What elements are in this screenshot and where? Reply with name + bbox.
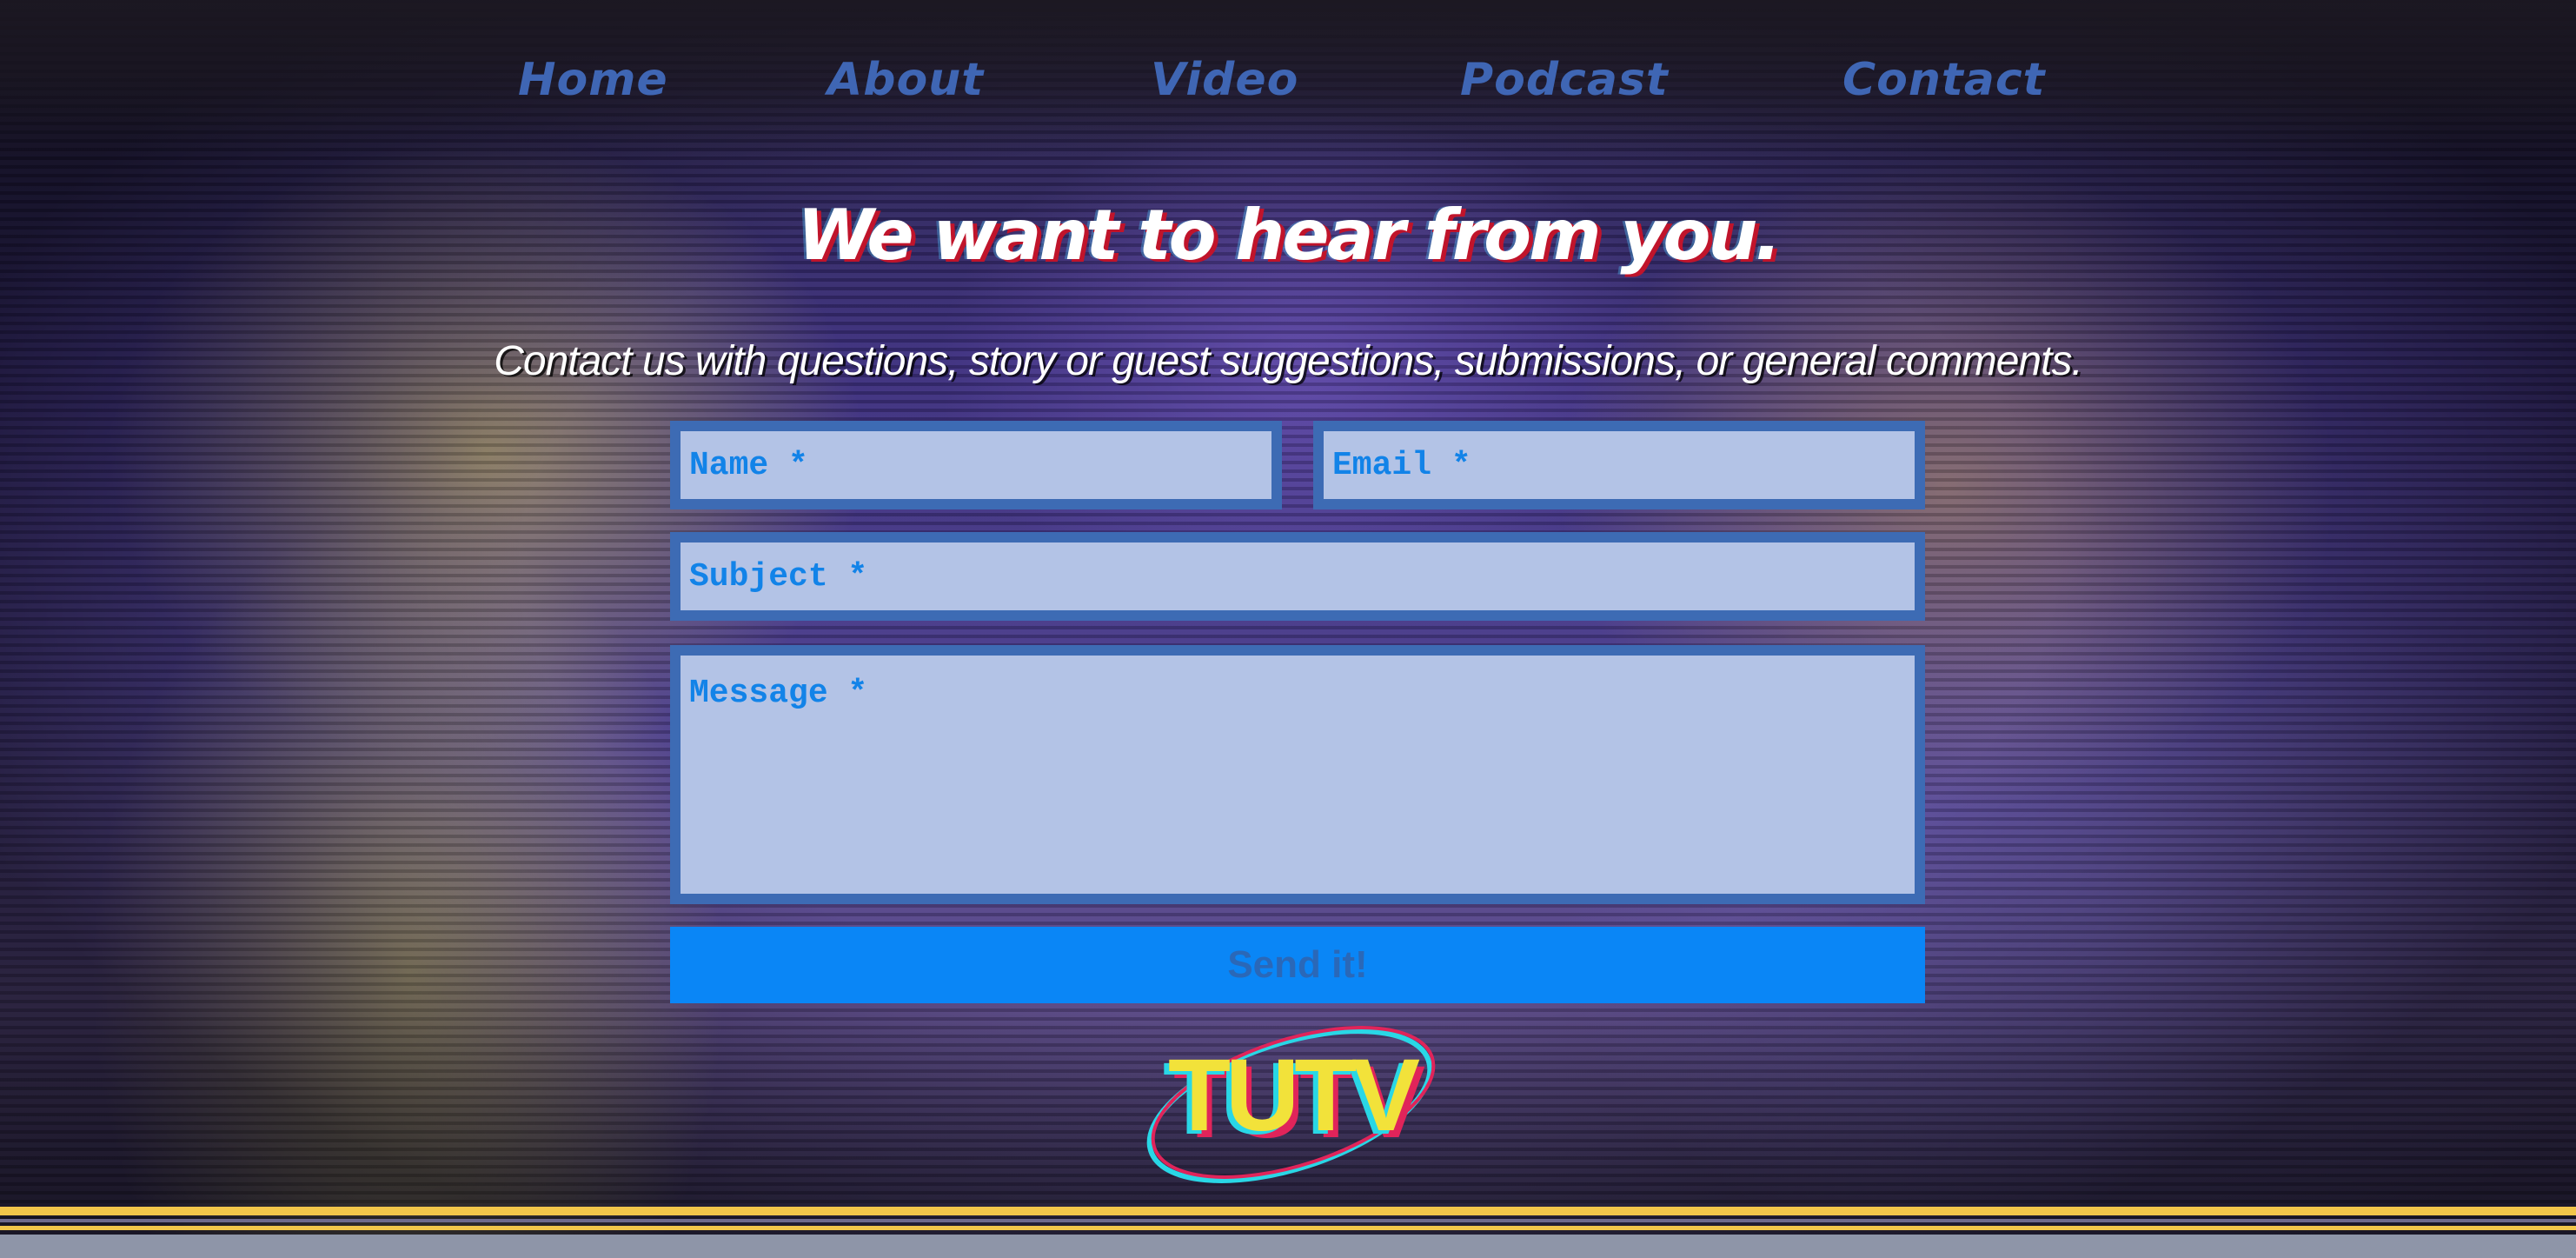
name-field[interactable] <box>670 421 1282 509</box>
message-field[interactable] <box>670 645 1925 904</box>
send-button[interactable]: Send it! <box>670 927 1925 1003</box>
bottom-stripes <box>0 1207 2576 1258</box>
subject-field[interactable] <box>670 532 1925 621</box>
page-headline: We want to hear from you. <box>797 195 1782 276</box>
page: Home About Video Podcast Contact We want… <box>0 0 2576 1258</box>
email-field[interactable] <box>1313 421 1925 509</box>
nav-contact-link[interactable]: Contact <box>1842 54 2046 106</box>
svg-text:TUTV: TUTV <box>1168 1038 1419 1153</box>
nav-home-link[interactable]: Home <box>518 54 668 106</box>
tutv-logo: TUTV TUTV TUTV <box>1146 1026 1436 1183</box>
page-subheadline: Contact us with questions, story or gues… <box>494 338 2083 384</box>
nav-about-link[interactable]: About <box>827 54 984 106</box>
main-nav: Home About Video Podcast Contact <box>504 54 2103 115</box>
nav-video-link[interactable]: Video <box>1151 54 1298 106</box>
nav-podcast-link[interactable]: Podcast <box>1460 54 1669 106</box>
